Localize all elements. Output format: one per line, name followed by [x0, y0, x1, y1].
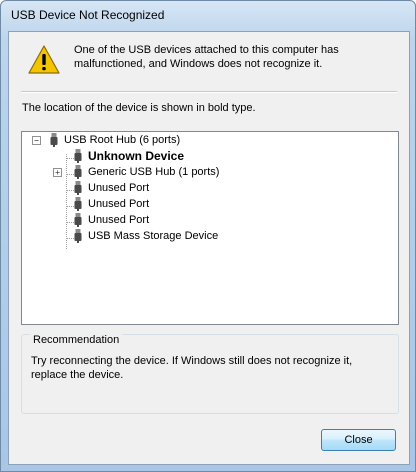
tree-node-label: USB Mass Storage Device	[88, 230, 219, 242]
usb-plug-icon	[50, 133, 58, 147]
recommendation-group: Recommendation Try reconnecting the devi…	[21, 334, 399, 414]
tree-connector	[66, 190, 74, 191]
device-tree[interactable]: − USB Root Hub (6 ports) Unknown Device …	[21, 131, 399, 325]
tree-connector	[66, 158, 74, 159]
error-message: One of the USB devices attached to this …	[74, 44, 339, 70]
tree-connector	[66, 174, 74, 175]
expand-icon[interactable]: +	[53, 168, 62, 177]
tree-node-label: Unused Port	[88, 182, 150, 194]
tree-connector	[66, 154, 67, 249]
window-title: USB Device Not Recognized	[11, 8, 165, 22]
tree-node-label: Generic USB Hub (1 ports)	[88, 166, 220, 178]
recommendation-text: Try reconnecting the device. If Windows …	[31, 355, 353, 381]
warning-icon	[28, 45, 60, 74]
usb-plug-icon	[74, 213, 82, 227]
close-button[interactable]: Close	[321, 429, 396, 451]
tree-node-label: Unused Port	[88, 214, 150, 226]
title-bar[interactable]: USB Device Not Recognized	[1, 1, 415, 29]
separator	[21, 91, 397, 93]
tree-connector	[66, 206, 74, 207]
collapse-icon[interactable]: −	[32, 136, 41, 145]
tree-node-label: Unknown Device	[88, 149, 185, 163]
usb-plug-icon	[74, 149, 82, 163]
usb-plug-icon	[74, 181, 82, 195]
usb-plug-icon	[74, 165, 82, 179]
tree-node-label: USB Root Hub (6 ports)	[64, 134, 181, 146]
tree-connector	[66, 222, 74, 223]
recommendation-heading: Recommendation	[30, 334, 123, 346]
dialog-body: One of the USB devices attached to this …	[8, 31, 410, 465]
location-hint: The location of the device is shown in b…	[22, 102, 256, 114]
usb-plug-icon	[74, 229, 82, 243]
dialog-window: USB Device Not Recognized One of the USB…	[0, 0, 416, 472]
tree-connector	[66, 238, 74, 239]
tree-node-label: Unused Port	[88, 198, 150, 210]
usb-plug-icon	[74, 197, 82, 211]
